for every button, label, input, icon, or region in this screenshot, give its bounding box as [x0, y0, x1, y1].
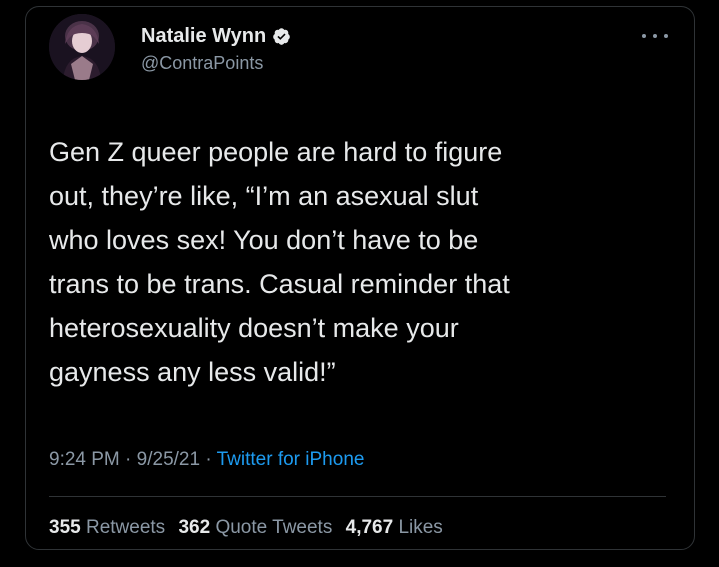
more-options-icon[interactable]	[642, 29, 668, 43]
meta-separator: ·	[200, 449, 217, 470]
meta-separator: ·	[119, 449, 137, 470]
likes-label: Likes	[398, 517, 443, 538]
tweet-time[interactable]: 9:24 PM	[49, 449, 120, 470]
author-handle[interactable]: @ContraPoints	[141, 53, 263, 74]
likes-stat[interactable]: 4,767 Likes	[346, 517, 443, 538]
divider	[49, 496, 666, 497]
tweet-card: Natalie Wynn @ContraPoints Gen Z queer p…	[25, 6, 695, 550]
tweet-source-link[interactable]: Twitter for iPhone	[217, 449, 365, 470]
tweet-stats: 355 Retweets 362 Quote Tweets 4,767 Like…	[49, 517, 451, 539]
quote-tweets-label: Quote Tweets	[215, 517, 333, 538]
tweet-meta: 9:24 PM · 9/25/21 · Twitter for iPhone	[49, 449, 364, 471]
retweets-count: 355	[49, 517, 81, 538]
avatar-photo	[49, 14, 115, 80]
verified-badge-icon	[272, 27, 291, 46]
likes-count: 4,767	[345, 517, 394, 538]
quote-tweets-count: 362	[178, 517, 211, 538]
avatar[interactable]	[49, 14, 115, 80]
author-name-row[interactable]: Natalie Wynn	[141, 23, 291, 49]
author-display-name[interactable]: Natalie Wynn	[141, 25, 266, 48]
tweet-date[interactable]: 9/25/21	[137, 449, 200, 470]
tweet-text: Gen Z queer people are hard to figure ou…	[49, 137, 510, 387]
retweets-stat[interactable]: 355 Retweets	[49, 517, 165, 538]
retweets-label: Retweets	[85, 517, 166, 538]
quote-tweets-stat[interactable]: 362 Quote Tweets	[178, 517, 332, 538]
